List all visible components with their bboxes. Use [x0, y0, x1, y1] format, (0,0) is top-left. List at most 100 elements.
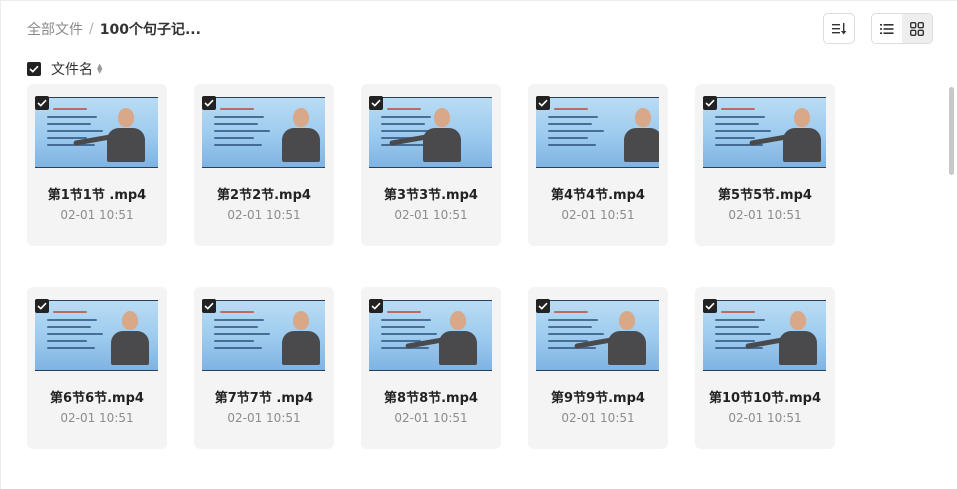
grid-view-button[interactable] — [902, 14, 932, 43]
slide-text-line — [381, 326, 425, 328]
video-thumbnail[interactable] — [536, 97, 659, 168]
video-thumbnail[interactable] — [35, 300, 158, 371]
breadcrumb-current-folder: 100个句子记... — [99, 22, 201, 38]
slide-text-line — [381, 123, 425, 125]
slide-text-line — [387, 311, 421, 313]
slide-text-line — [715, 347, 763, 349]
lecture-slide-image — [202, 98, 325, 167]
lecture-slide-image — [202, 301, 325, 370]
file-name-sort-label[interactable]: 文件名 — [51, 59, 93, 79]
sort-descending-icon — [832, 22, 847, 34]
file-name[interactable]: 第9节9节.mp4 — [528, 387, 668, 406]
slide-text-line — [214, 116, 264, 118]
list-view-button[interactable] — [872, 14, 902, 43]
file-date: 02-01 10:51 — [227, 411, 301, 425]
file-browser-panel: 全部文件 / 100个句子记... 文件名 ▲ ▼ 第1节1节 .mp4 02-… — [0, 0, 957, 489]
slide-text-line — [715, 116, 765, 118]
file-checkbox[interactable] — [536, 299, 550, 313]
sort-button[interactable] — [823, 13, 855, 44]
file-date: 02-01 10:51 — [60, 411, 134, 425]
video-thumbnail[interactable] — [202, 300, 325, 371]
file-card[interactable]: 第7节7节 .mp4 02-01 10:51 — [194, 287, 334, 449]
slide-text-line — [548, 123, 592, 125]
file-card[interactable]: 第1节1节 .mp4 02-01 10:51 — [27, 84, 167, 246]
file-name-column-header: 文件名 ▲ ▼ — [27, 59, 102, 79]
file-checkbox[interactable] — [536, 96, 550, 110]
video-thumbnail[interactable] — [703, 97, 826, 168]
lecture-slide-image — [703, 301, 826, 370]
slide-text-line — [381, 319, 431, 321]
file-date: 02-01 10:51 — [561, 208, 635, 222]
file-card[interactable]: 第3节3节.mp4 02-01 10:51 — [361, 84, 501, 246]
checkmark-icon — [29, 65, 39, 73]
checkmark-icon — [37, 302, 47, 310]
file-card[interactable]: 第5节5节.mp4 02-01 10:51 — [695, 84, 835, 246]
checkmark-icon — [705, 302, 715, 310]
slide-text-line — [715, 137, 755, 139]
file-date: 02-01 10:51 — [227, 208, 301, 222]
video-thumbnail[interactable] — [369, 300, 492, 371]
file-checkbox[interactable] — [35, 299, 49, 313]
file-name[interactable]: 第1节1节 .mp4 — [27, 184, 167, 203]
video-thumbnail[interactable] — [369, 97, 492, 168]
video-thumbnail[interactable] — [536, 300, 659, 371]
file-name[interactable]: 第8节8节.mp4 — [361, 387, 501, 406]
file-checkbox[interactable] — [35, 96, 49, 110]
slide-text-line — [214, 326, 258, 328]
file-card[interactable]: 第2节2节.mp4 02-01 10:51 — [194, 84, 334, 246]
slide-text-line — [721, 311, 755, 313]
slide-text-line — [214, 130, 270, 132]
sort-arrows-icon[interactable]: ▲ ▼ — [97, 63, 102, 75]
file-card[interactable]: 第8节8节.mp4 02-01 10:51 — [361, 287, 501, 449]
file-date: 02-01 10:51 — [728, 208, 802, 222]
file-name[interactable]: 第4节4节.mp4 — [528, 184, 668, 203]
slide-text-line — [47, 340, 87, 342]
slide-text-line — [715, 123, 759, 125]
slide-text-line — [715, 340, 755, 342]
slide-text-line — [554, 311, 588, 313]
video-thumbnail[interactable] — [35, 97, 158, 168]
file-checkbox[interactable] — [202, 299, 216, 313]
file-name[interactable]: 第6节6节.mp4 — [27, 387, 167, 406]
slide-text-line — [715, 333, 771, 335]
breadcrumb-root-link[interactable]: 全部文件 — [27, 19, 83, 39]
checkmark-icon — [538, 302, 548, 310]
file-checkbox[interactable] — [703, 299, 717, 313]
slide-text-line — [214, 319, 264, 321]
file-checkbox[interactable] — [202, 96, 216, 110]
slide-text-line — [47, 333, 103, 335]
slide-text-line — [47, 144, 95, 146]
file-date: 02-01 10:51 — [394, 208, 468, 222]
file-name[interactable]: 第5节5节.mp4 — [695, 184, 835, 203]
video-thumbnail[interactable] — [703, 300, 826, 371]
file-card[interactable]: 第9节9节.mp4 02-01 10:51 — [528, 287, 668, 449]
breadcrumb: 全部文件 / 100个句子记... — [27, 19, 201, 39]
video-thumbnail[interactable] — [202, 97, 325, 168]
slide-text-line — [381, 144, 429, 146]
file-checkbox[interactable] — [369, 96, 383, 110]
file-checkbox[interactable] — [369, 299, 383, 313]
file-card[interactable]: 第10节10节.mp4 02-01 10:51 — [695, 287, 835, 449]
slide-text-line — [47, 319, 97, 321]
vertical-scrollbar[interactable] — [949, 87, 954, 175]
slide-text-line — [214, 144, 262, 146]
slide-text-line — [715, 326, 759, 328]
select-all-checkbox[interactable] — [27, 62, 41, 76]
file-card[interactable]: 第4节4节.mp4 02-01 10:51 — [528, 84, 668, 246]
slide-text-line — [548, 144, 596, 146]
file-name[interactable]: 第2节2节.mp4 — [194, 184, 334, 203]
slide-text-line — [214, 137, 254, 139]
slide-text-line — [220, 108, 254, 110]
slide-text-line — [47, 116, 97, 118]
file-name[interactable]: 第10节10节.mp4 — [695, 387, 835, 406]
slide-text-line — [548, 319, 598, 321]
file-name[interactable]: 第3节3节.mp4 — [361, 184, 501, 203]
slide-text-line — [53, 311, 87, 313]
slide-text-line — [47, 347, 95, 349]
slide-text-line — [214, 123, 258, 125]
file-card[interactable]: 第6节6节.mp4 02-01 10:51 — [27, 287, 167, 449]
view-toggle — [871, 13, 933, 44]
file-checkbox[interactable] — [703, 96, 717, 110]
checkmark-icon — [204, 302, 214, 310]
file-name[interactable]: 第7节7节 .mp4 — [194, 387, 334, 406]
